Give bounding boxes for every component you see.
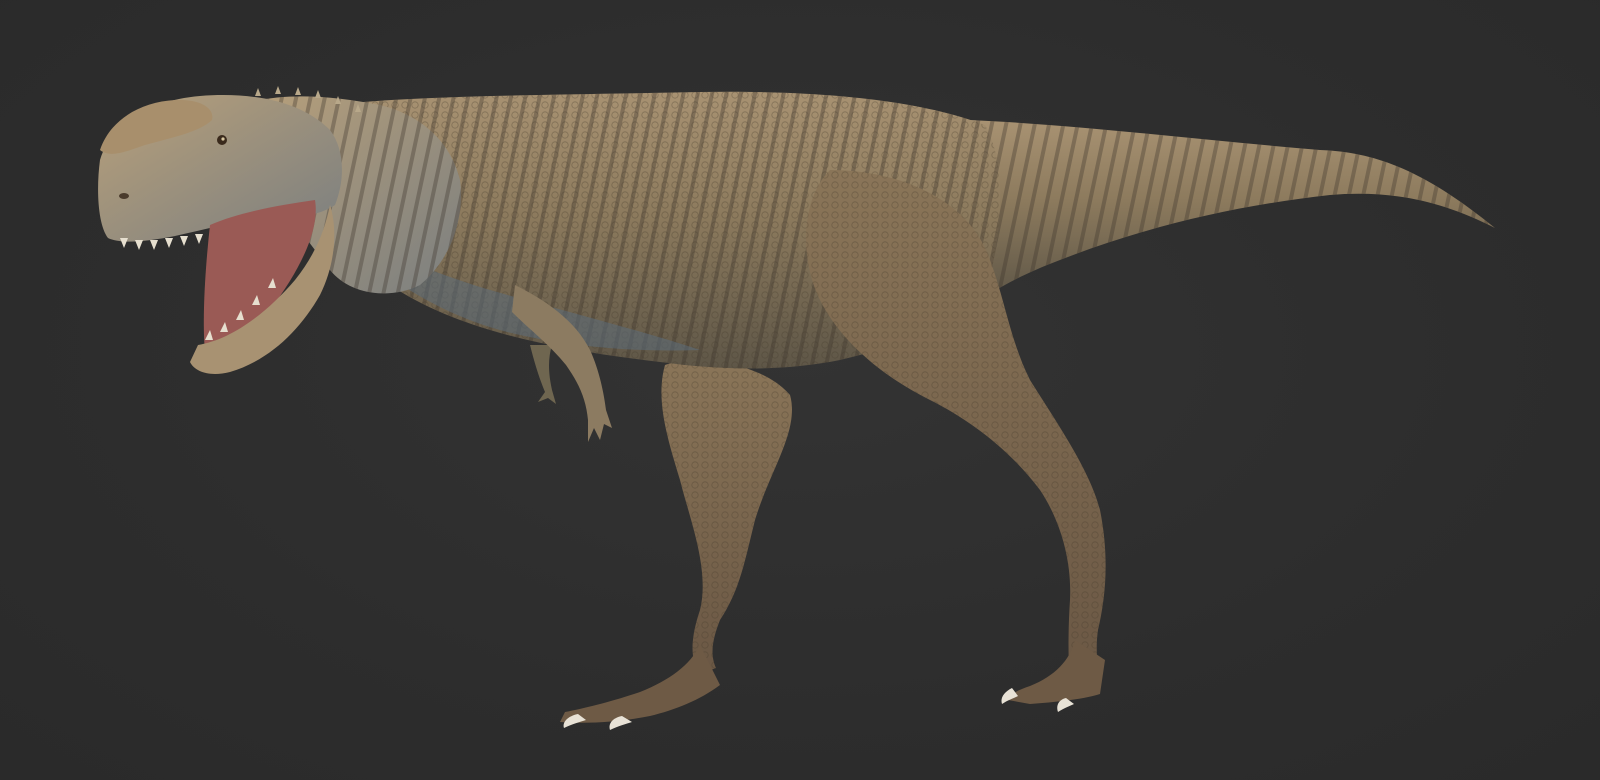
far-arm <box>530 345 556 404</box>
dinosaur-illustration <box>98 86 1495 730</box>
nostril <box>119 193 129 199</box>
render-viewport <box>0 0 1600 780</box>
